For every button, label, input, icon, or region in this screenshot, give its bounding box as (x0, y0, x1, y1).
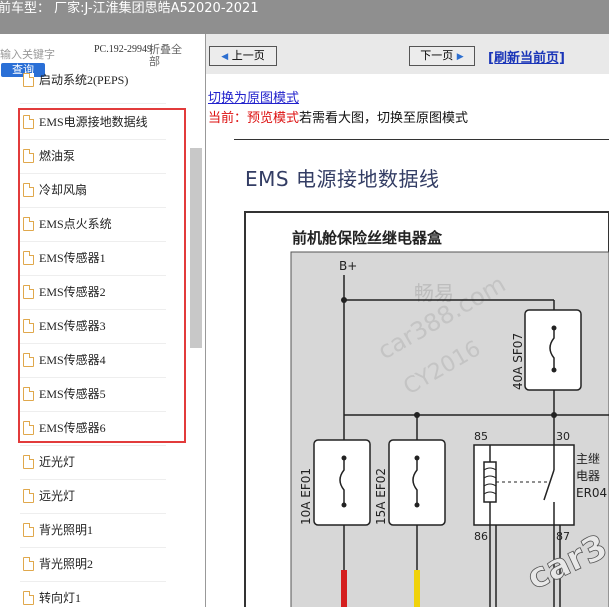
tree-item-label: 远光灯 (39, 489, 76, 503)
fuse-ef01-label: 10A EF01 (299, 468, 313, 525)
mode-hint: 若需看大图，切换至原图模式 (299, 111, 469, 126)
content-panel: ◀ 上一页 下一页 ▶ [刷新当前页] 切换为原图模式 当前：预览模式若需看大图… (206, 34, 609, 607)
tree-item-cooling-fan[interactable]: 冷却风扇 (20, 174, 166, 208)
tree-item-label: EMS传感器4 (39, 353, 106, 367)
tree-item-high-beam[interactable]: 远光灯 (20, 480, 166, 514)
relay-label: 主继 (576, 452, 600, 466)
file-icon (23, 149, 34, 163)
fuse-sf07 (524, 309, 582, 391)
arrow-left-icon: ◀ (221, 52, 229, 62)
file-icon (23, 523, 34, 537)
wiring-diagram-svg: 前机舱保险丝继电器盒 B+ 畅易 car388.com CY2016 40A S… (244, 211, 609, 607)
search-input[interactable]: 输入关键字 (0, 46, 78, 62)
file-icon (23, 455, 34, 469)
file-icon (23, 591, 34, 605)
tree-item-label: 背光照明1 (39, 523, 94, 537)
file-icon (23, 387, 34, 401)
tree-item-ems-sensor-4[interactable]: EMS传感器4 (20, 344, 166, 378)
prev-page-button[interactable]: ◀ 上一页 (209, 46, 277, 66)
fuse-terminal (414, 455, 420, 461)
current-mode: 当前：预览模式 (208, 111, 300, 126)
page-nav-bar: ◀ 上一页 下一页 ▶ [刷新当前页] (206, 34, 609, 74)
fold-all-button[interactable]: 折叠全部 (149, 44, 189, 68)
tree-item-label: EMS传感器6 (39, 421, 106, 435)
tree-item-label: EMS电源接地数据线 (39, 115, 148, 129)
tree-item-label: 燃油泵 (39, 149, 76, 163)
prev-page-label: 上一页 (231, 49, 265, 62)
file-icon (23, 557, 34, 571)
tree-item-label: EMS传感器5 (39, 387, 106, 401)
title-bar: 前车型： 厂家:J-江淮集团思皓A52020-2021 (0, 0, 609, 34)
switch-mode-link[interactable]: 切换为原图模式 (208, 87, 299, 106)
fuse-sf07-label: 40A SF07 (511, 333, 525, 390)
tree-item-label: EMS点火系统 (39, 217, 112, 231)
tree-item-label: EMS传感器1 (39, 251, 106, 265)
fuse-terminal (551, 367, 557, 373)
next-page-label: 下一页 (420, 49, 454, 62)
relay-label: 电器 (576, 469, 600, 483)
bplus-label: B+ (339, 259, 357, 273)
fuse-ef02-label: 15A EF02 (374, 468, 388, 525)
fuse-terminal (341, 455, 347, 461)
fuse-box-title: 前机舱保险丝继电器盒 (292, 229, 443, 247)
tree-panel: 输入关键字 查询 PC.192-29949 折叠全部 启动系统2(PEPS) E… (0, 34, 206, 607)
pin-86-label: 86 (474, 530, 488, 543)
tree-item-label: 启动系统2(PEPS) (39, 73, 129, 87)
file-icon (23, 319, 34, 333)
next-page-button[interactable]: 下一页 ▶ (409, 46, 475, 66)
file-icon (23, 217, 34, 231)
file-icon (23, 353, 34, 367)
tree-item-label: 背光照明2 (39, 557, 94, 571)
fuse-ef02 (388, 439, 446, 526)
scrollbar-thumb[interactable] (190, 148, 202, 348)
tree-item-ems-sensor-2[interactable]: EMS传感器2 (20, 276, 166, 310)
file-icon (23, 73, 34, 87)
tree-item-ems-ignition[interactable]: EMS点火系统 (20, 208, 166, 242)
fuse-terminal (551, 325, 557, 331)
tree-item-label: EMS传感器3 (39, 319, 106, 333)
tree-item-ems-sensor-3[interactable]: EMS传感器3 (20, 310, 166, 344)
tree-item-ems-sensor-5[interactable]: EMS传感器5 (20, 378, 166, 412)
file-icon (23, 421, 34, 435)
pin-30-label: 30 (556, 430, 570, 443)
window-title: 前车型： 厂家:J-江淮集团思皓A52020-2021 (0, 1, 259, 16)
tree-item-label: EMS传感器2 (39, 285, 106, 299)
fuse-terminal (341, 502, 347, 508)
view-mode-status: 当前：预览模式若需看大图，切换至原图模式 (208, 107, 468, 126)
tree-item-backlight-1[interactable]: 背光照明1 (20, 514, 166, 548)
tree-item-low-beam[interactable]: 近光灯 (20, 446, 166, 480)
tree-item-backlight-2[interactable]: 背光照明2 (20, 548, 166, 582)
tree-item-turn-signal-1[interactable]: 转向灯1 (20, 582, 166, 607)
tree-item-peps[interactable]: 启动系统2(PEPS) (20, 70, 166, 104)
tree-item-fuel-pump[interactable]: 燃油泵 (20, 140, 166, 174)
tree-item-label: 冷却风扇 (39, 183, 88, 197)
fuse-ef01 (313, 439, 371, 526)
tree-item-label: 转向灯1 (39, 591, 82, 605)
file-icon (23, 285, 34, 299)
pc-label: PC.192-29949 (94, 44, 153, 55)
tree-item-ems-power[interactable]: EMS电源接地数据线 (20, 106, 166, 140)
wiring-diagram: EMS 电源接地数据线 前机舱保险丝继电器盒 B+ 畅易 car388.com … (234, 139, 609, 607)
arrow-right-icon: ▶ (456, 52, 464, 62)
tree-item-label: 近光灯 (39, 455, 76, 469)
pin-85-label: 85 (474, 430, 488, 443)
file-icon (23, 251, 34, 265)
tree-item-ems-sensor-6[interactable]: EMS传感器6 (20, 412, 166, 446)
fuse-terminal (414, 502, 420, 508)
file-icon (23, 115, 34, 129)
junction-dot (341, 297, 347, 303)
refresh-link[interactable]: [刷新当前页] (488, 47, 565, 66)
tree-item-ems-sensor-1[interactable]: EMS传感器1 (20, 242, 166, 276)
file-icon (23, 183, 34, 197)
relay-label: ER04 (576, 486, 607, 500)
file-icon (23, 489, 34, 503)
